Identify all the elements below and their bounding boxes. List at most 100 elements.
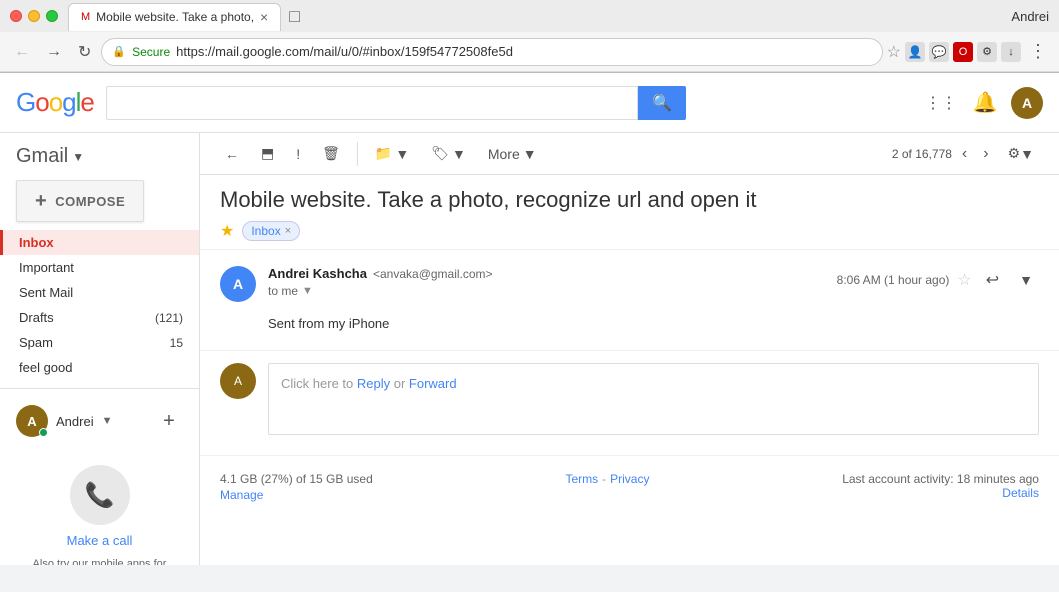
- privacy-link[interactable]: Privacy: [610, 472, 649, 486]
- tab-favicon: M: [81, 11, 90, 23]
- email-content: ← ⬒ ! 🗑 📁 ▼ 🏷 ▼ More ▼ 2 of 16,778 ‹ ›: [200, 133, 1059, 565]
- url-text[interactable]: https://mail.google.com/mail/u/0/#inbox/…: [176, 44, 872, 59]
- important-label: Important: [19, 260, 74, 275]
- phone-icon: 📞: [70, 465, 130, 525]
- window-user-name: Andrei: [1011, 9, 1049, 24]
- message-time: 8:06 AM (1 hour ago) ☆ ↩ ▼: [837, 266, 1039, 294]
- details-link[interactable]: Details: [842, 486, 1039, 500]
- manage-link[interactable]: Manage: [220, 488, 373, 502]
- header-icons: ⋮⋮ 🔔 A: [923, 85, 1043, 121]
- traffic-lights: [10, 10, 58, 22]
- search-button[interactable]: 🔍: [638, 86, 686, 120]
- labels-button[interactable]: 🏷 ▼: [422, 139, 475, 168]
- sidebar-item-sent[interactable]: Sent Mail: [0, 280, 199, 305]
- extension-icons: 👤 💬 O ⚙ ↓: [905, 42, 1021, 62]
- settings-caret-icon: ▼: [1020, 146, 1034, 162]
- sender-email: <anvaka@gmail.com>: [373, 267, 493, 281]
- browser-tab[interactable]: M Mobile website. Take a photo, ×: [68, 3, 281, 31]
- back-to-list-button[interactable]: ←: [216, 140, 248, 168]
- label-caret-icon: ▼: [452, 146, 466, 162]
- report-button[interactable]: !: [287, 140, 309, 168]
- to-caret-icon[interactable]: ▼: [302, 285, 313, 297]
- inbox-tag-text: Inbox: [251, 224, 280, 238]
- ext-opera-icon[interactable]: O: [953, 42, 973, 62]
- compose-plus-icon: +: [35, 191, 47, 211]
- archive-button[interactable]: ⬒: [252, 139, 283, 168]
- notifications-button[interactable]: 🔔: [967, 85, 1003, 121]
- tab-close-button[interactable]: ×: [260, 9, 268, 25]
- label-close-button[interactable]: ×: [285, 225, 291, 237]
- bookmark-button[interactable]: ☆: [887, 42, 901, 62]
- reply-avatar: A: [220, 363, 256, 399]
- search-input[interactable]: [106, 86, 638, 120]
- more-button[interactable]: More ▼: [479, 140, 546, 168]
- footer-right: Last account activity: 18 minutes ago De…: [842, 472, 1039, 500]
- pagination-text: 2 of 16,778: [892, 147, 952, 161]
- call-section: 📞 Make a call Also try our mobile apps f…: [0, 453, 199, 565]
- sender-name: Andrei Kashcha: [268, 266, 367, 281]
- message-star-icon[interactable]: ☆: [957, 270, 971, 290]
- prev-page-button[interactable]: ‹: [956, 141, 973, 167]
- search-box-wrapper: 🔍: [106, 86, 686, 120]
- ext-download-icon[interactable]: ↓: [1001, 42, 1021, 62]
- gmail-label[interactable]: Gmail ▼: [0, 141, 199, 172]
- storage-text: 4.1 GB (27%) of 15 GB used: [220, 472, 373, 486]
- sender-line: Andrei Kashcha <anvaka@gmail.com>: [268, 266, 825, 281]
- drafts-count: (121): [155, 311, 183, 325]
- move-to-button[interactable]: 📁 ▼: [366, 139, 418, 168]
- sent-label: Sent Mail: [19, 285, 73, 300]
- online-indicator: [39, 428, 48, 437]
- user-avatar[interactable]: A: [1011, 87, 1043, 119]
- email-star-icon[interactable]: ★: [220, 221, 234, 241]
- minimize-traffic-light[interactable]: [28, 10, 40, 22]
- next-page-button[interactable]: ›: [977, 141, 994, 167]
- close-traffic-light[interactable]: [10, 10, 22, 22]
- apps-grid-button[interactable]: ⋮⋮: [923, 85, 959, 121]
- email-message: A Andrei Kashcha <anvaka@gmail.com> to m…: [200, 250, 1059, 351]
- label-row: ★ Inbox ×: [220, 221, 1039, 241]
- google-logo: Google: [16, 87, 94, 118]
- add-account-button[interactable]: +: [155, 407, 183, 435]
- back-button[interactable]: ←: [8, 39, 36, 65]
- folder-icon: 📁: [375, 145, 392, 162]
- label-icon: 🏷: [431, 145, 449, 162]
- sidebar-item-inbox[interactable]: Inbox: [0, 230, 199, 255]
- sidebar-user-avatar: A: [16, 405, 48, 437]
- compose-label: COMPOSE: [55, 194, 125, 209]
- spam-label: Spam: [19, 335, 53, 350]
- sidebar-item-spam[interactable]: Spam 15: [0, 330, 199, 355]
- forward-link[interactable]: Forward: [409, 376, 457, 391]
- reload-button[interactable]: ↻: [72, 38, 97, 66]
- feelgood-label: feel good: [19, 360, 73, 375]
- user-row[interactable]: A Andrei ▼ +: [16, 401, 183, 441]
- terms-link[interactable]: Terms: [565, 472, 598, 486]
- email-subject-area: Mobile website. Take a photo, recognize …: [200, 175, 1059, 250]
- ext-settings-icon[interactable]: ⚙: [977, 42, 997, 62]
- sidebar-item-important[interactable]: Important: [0, 255, 199, 280]
- delete-button[interactable]: 🗑: [313, 139, 349, 168]
- spam-count: 15: [170, 336, 183, 350]
- compose-button[interactable]: + COMPOSE: [16, 180, 144, 222]
- address-bar[interactable]: 🔒 Secure https://mail.google.com/mail/u/…: [101, 38, 882, 66]
- sidebar-item-feelgood[interactable]: feel good: [0, 355, 199, 380]
- settings-dropdown-button[interactable]: ⚙ ▼: [999, 139, 1043, 168]
- reply-link[interactable]: Reply: [357, 376, 390, 391]
- sidebar-item-drafts[interactable]: Drafts (121): [0, 305, 199, 330]
- make-call-link[interactable]: Make a call: [67, 533, 133, 548]
- new-tab-button[interactable]: □: [281, 2, 308, 31]
- google-header: Google 🔍 ⋮⋮ 🔔 A: [0, 73, 1059, 133]
- inline-reply-button[interactable]: ↩: [980, 266, 1005, 294]
- fullscreen-traffic-light[interactable]: [46, 10, 58, 22]
- title-bar: M Mobile website. Take a photo, × □ Andr…: [0, 0, 1059, 32]
- to-text: to me: [268, 284, 298, 298]
- nav-bar: ← → ↻ 🔒 Secure https://mail.google.com/m…: [0, 32, 1059, 72]
- folder-caret-icon: ▼: [395, 146, 409, 162]
- forward-button[interactable]: →: [40, 39, 68, 65]
- inbox-label-tag: Inbox ×: [242, 221, 300, 241]
- footer-left: 4.1 GB (27%) of 15 GB used Manage: [220, 472, 373, 502]
- reply-field[interactable]: Click here to Reply or Forward: [268, 363, 1039, 435]
- ext-chat-icon[interactable]: 💬: [929, 42, 949, 62]
- browser-menu-button[interactable]: ⋮: [1025, 37, 1051, 66]
- ext-person-icon[interactable]: 👤: [905, 42, 925, 62]
- message-more-button[interactable]: ▼: [1013, 268, 1039, 292]
